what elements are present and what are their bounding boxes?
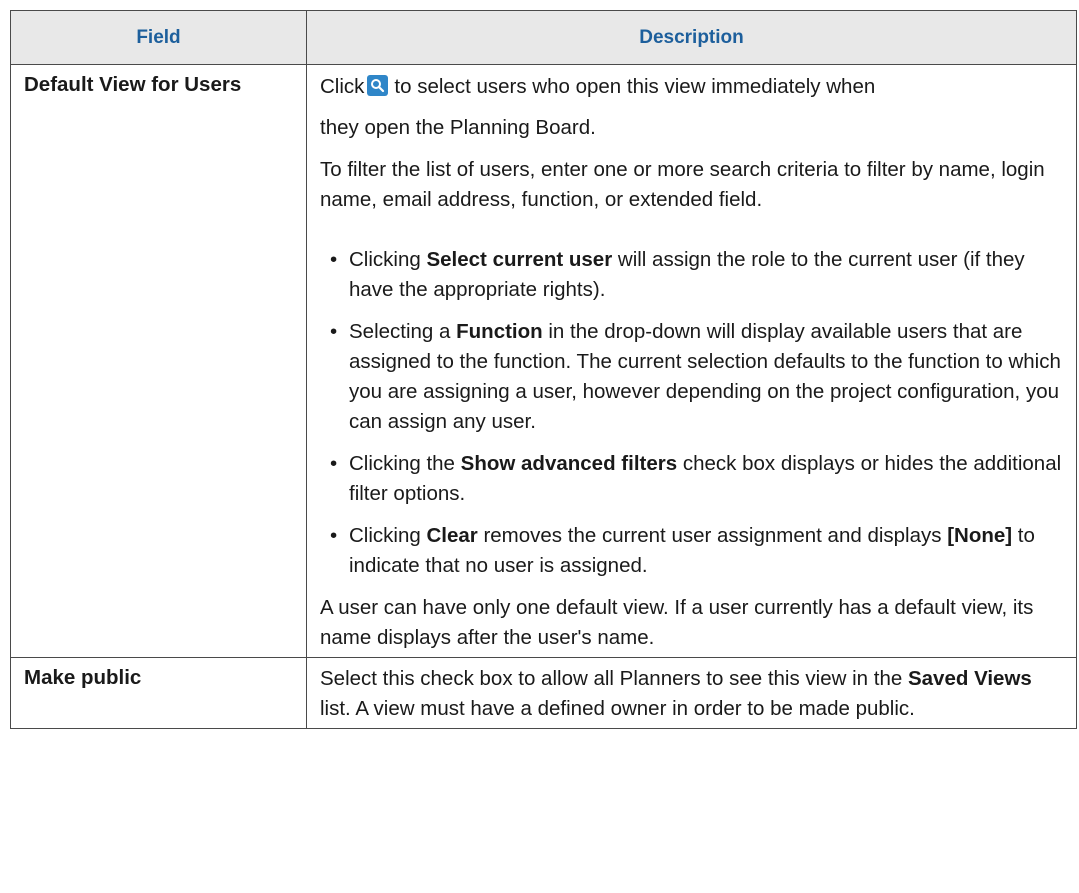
field-description-table: Field Description Default View for Users… bbox=[10, 10, 1077, 729]
field-name-make-public: Make public bbox=[10, 657, 307, 729]
intro-line-2: they open the Planning Board. bbox=[320, 116, 596, 139]
intro-paragraph: Click to select users who open this view … bbox=[320, 71, 1066, 143]
search-icon[interactable] bbox=[367, 75, 389, 96]
description-column-header: Description bbox=[306, 10, 1077, 65]
make-public-paragraph: Select this check box to allow all Plann… bbox=[320, 667, 1032, 720]
list-item: Clicking Clear removes the current user … bbox=[320, 521, 1066, 581]
option-bullet-list: Clicking Select current user will assign… bbox=[320, 245, 1066, 581]
intro-line-1: Click to select users who open this view … bbox=[320, 71, 1066, 103]
list-item: Selecting a Function in the drop-down wi… bbox=[320, 317, 1066, 437]
table-row: Make public Select this check box to all… bbox=[10, 657, 1077, 729]
closing-paragraph: A user can have only one default view. I… bbox=[320, 596, 1034, 649]
list-item: Clicking the Show advanced filters check… bbox=[320, 449, 1066, 509]
field-name-default-view: Default View for Users bbox=[10, 64, 307, 658]
list-item: Clicking Select current user will assign… bbox=[320, 245, 1066, 305]
description-cell: Click to select users who open this view … bbox=[306, 64, 1077, 658]
intro-text-before: Click bbox=[320, 75, 365, 98]
filter-paragraph: To filter the list of users, enter one o… bbox=[320, 158, 1045, 211]
field-column-header: Field bbox=[10, 10, 307, 65]
table-row: Default View for Users Click to select us… bbox=[10, 64, 1077, 658]
intro-text-after: to select users who open this view immed… bbox=[394, 75, 876, 98]
description-cell: Select this check box to allow all Plann… bbox=[306, 657, 1077, 729]
table-header-row: Field Description bbox=[10, 10, 1077, 65]
